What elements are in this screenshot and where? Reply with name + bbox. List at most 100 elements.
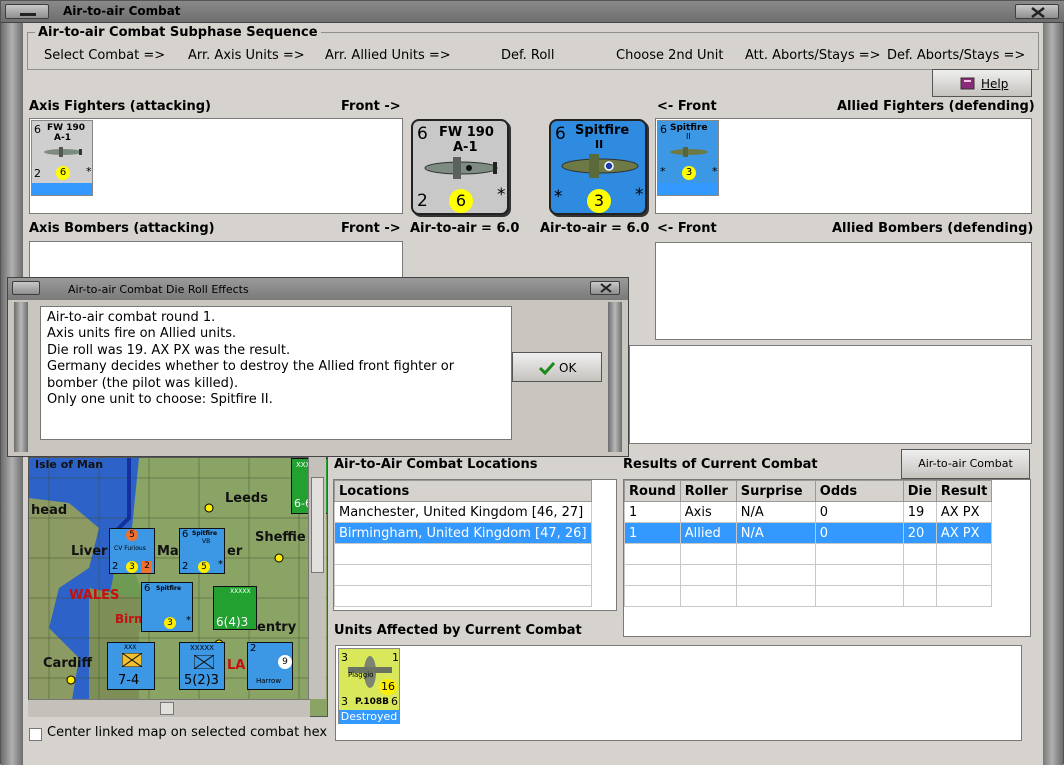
ok-button[interactable]: OK [512, 352, 602, 382]
dialog-close-button[interactable] [590, 281, 620, 295]
map-counter-hq[interactable]: XXXXX 5(2)3 [179, 642, 225, 690]
counter-value: 3 [164, 617, 176, 629]
unit-range: 2 [34, 167, 41, 180]
unit-value: 3 [682, 166, 696, 180]
air-combat-window: Air-to-air Combat Air-to-air Combat Subp… [0, 0, 1064, 765]
minimize-icon [20, 13, 36, 16]
allied-front-counter[interactable]: 6 Spitfire II * 3 * [549, 119, 647, 215]
dialog-message: Air-to-air combat round 1. Axis units fi… [40, 306, 512, 440]
axis-fighter-unit[interactable]: 6 FW 190 A-1 2 6 * [31, 120, 93, 196]
unit-name: FW 190 [47, 123, 85, 133]
unit-air-to-air: 6 [660, 123, 667, 136]
front-unit-name: Spitfire [575, 123, 630, 138]
location-row[interactable]: Manchester, United Kingdom [46, 27] [334, 501, 592, 523]
step-choose-second-unit: Choose 2nd Unit [616, 48, 724, 63]
allied-fighters-panel[interactable]: 6 Spitfire II * 3 * [655, 118, 1032, 214]
front-unit-name: FW 190 [439, 125, 494, 140]
locations-list[interactable]: Locations Manchester, United Kingdom [46… [333, 479, 617, 611]
map-label-leeds: Leeds [225, 491, 268, 506]
map-counter-harrow[interactable]: 2 9 Harrow [247, 642, 293, 690]
counter-value: 5 [126, 529, 138, 541]
col-surprise[interactable]: Surprise [735, 480, 816, 502]
col-die[interactable]: Die [902, 480, 937, 502]
checkmark-icon [539, 361, 555, 375]
counter-variant: VB [202, 538, 211, 545]
unit-star-left: * [660, 165, 666, 178]
unit-star: * [86, 165, 92, 178]
step-arrange-allied: Arr. Allied Units => [325, 48, 451, 63]
help-button[interactable]: Help [932, 69, 1032, 97]
cell-roller: Allied [679, 522, 737, 544]
counter-name: XXXXX [230, 588, 251, 595]
counter-name: CV Furious [114, 545, 146, 552]
col-odds[interactable]: Odds [814, 480, 904, 502]
title-bar: Air-to-air Combat [1, 1, 1064, 23]
allied-fighter-unit[interactable]: 6 Spitfire II * 3 * [657, 120, 719, 196]
map-label-manchester-end: er [227, 544, 243, 559]
affected-units-panel[interactable]: 3 1 Piaggio 16 3 P.108B 6 Destroyed [335, 645, 1022, 741]
help-book-icon [960, 77, 975, 90]
map-counter-cv-furious[interactable]: 5 CV Furious 2 3 2 [109, 528, 155, 574]
message-line: bomber (the pilot was killed). [47, 375, 239, 391]
dialog-right-frame [608, 302, 622, 452]
location-row-selected[interactable]: Birmingham, United Kingdom [47, 26] [334, 522, 592, 544]
linked-map[interactable]: Isle of Man head Leeds Liver Ma er Sheff… [28, 457, 328, 717]
counter-value: 6 [182, 529, 189, 540]
fw190-plane-icon [424, 157, 498, 179]
map-counter-infantry[interactable]: XXX 7-4 [107, 642, 155, 690]
cell-roller: Axis [679, 501, 737, 523]
step-select-combat: Select Combat => [44, 48, 166, 63]
col-roller[interactable]: Roller [679, 480, 737, 502]
axis-air-to-air-value: Air-to-air = 6.0 [410, 221, 520, 236]
system-menu-button[interactable] [5, 4, 49, 19]
spitfire-plane-icon [670, 147, 708, 157]
scroll-thumb[interactable] [160, 702, 174, 715]
counter-name: Spitfire [192, 530, 218, 537]
allied-bombers-panel[interactable] [655, 242, 1032, 340]
axis-bombers-label: Axis Bombers (attacking) [29, 221, 215, 236]
counter-value: 3 [126, 561, 138, 573]
message-line: Air-to-air combat round 1. [47, 310, 216, 325]
cell-round: 1 [624, 522, 681, 544]
map-label-manchester: Ma [157, 544, 179, 559]
counter-star: * [218, 559, 223, 570]
allied-fighters-label: Allied Fighters (defending) [837, 99, 1035, 114]
unit-selection-bar [32, 183, 92, 195]
map-counter-spitfire-vb[interactable]: 6 Spitfire VB 2 5 * [179, 528, 225, 574]
unit-name: Piaggio [348, 671, 374, 679]
scroll-thumb[interactable] [311, 477, 324, 573]
affected-unit-piaggio[interactable]: 3 1 Piaggio 16 3 P.108B 6 Destroyed [338, 648, 400, 724]
cell-odds: 0 [814, 501, 904, 523]
counter-value: 6(4)3 [216, 615, 249, 629]
step-arrange-axis: Arr. Axis Units => [188, 48, 305, 63]
air-combat-chart-button[interactable]: Air-to-air Combat Chart [901, 449, 1030, 498]
map-counter-spitfire[interactable]: 6 Spitfire 3 * [141, 582, 193, 632]
col-round[interactable]: Round [624, 480, 681, 502]
col-result[interactable]: Result [935, 480, 993, 502]
axis-fighters-front: Front -> [341, 99, 401, 114]
dialog-system-button[interactable] [12, 281, 40, 295]
front-value: 6 [449, 189, 473, 213]
result-row-selected[interactable]: 1 Allied N/A 0 20 AX PX [624, 522, 993, 544]
map-vertical-scrollbar[interactable] [308, 457, 326, 699]
dialog-title-bar: Air-to-air Combat Die Roll Effects [8, 278, 628, 300]
map-horizontal-scrollbar[interactable] [28, 699, 310, 717]
map-counter-armor[interactable]: XXXXX 6(4)3 [213, 586, 257, 630]
right-frame [1041, 23, 1063, 765]
results-table[interactable]: Round Roller Surprise Odds Die Result 1 … [623, 479, 1031, 637]
allied-bombers-label: Allied Bombers (defending) [832, 221, 1034, 236]
close-button[interactable] [1015, 4, 1059, 19]
dialog-left-frame [14, 302, 28, 452]
unit-value: 16 [379, 679, 397, 695]
unit-model: P.108B [355, 697, 390, 707]
counter-value: 7-4 [118, 673, 140, 688]
result-row[interactable]: 1 Axis N/A 0 19 AX PX [624, 501, 993, 523]
map-label-sheffield: Sheffie [255, 530, 306, 545]
unit-value: 6 [56, 166, 70, 180]
axis-front-counter[interactable]: 6 FW 190 A-1 2 6 * [411, 119, 509, 215]
subphase-title: Air-to-air Combat Subphase Sequence [35, 25, 321, 40]
map-label-isle-of-man: Isle of Man [35, 458, 104, 471]
axis-fighters-panel[interactable]: 6 FW 190 A-1 2 6 * [29, 118, 403, 214]
center-map-checkbox[interactable] [29, 728, 42, 741]
window-title: Air-to-air Combat [63, 4, 181, 18]
